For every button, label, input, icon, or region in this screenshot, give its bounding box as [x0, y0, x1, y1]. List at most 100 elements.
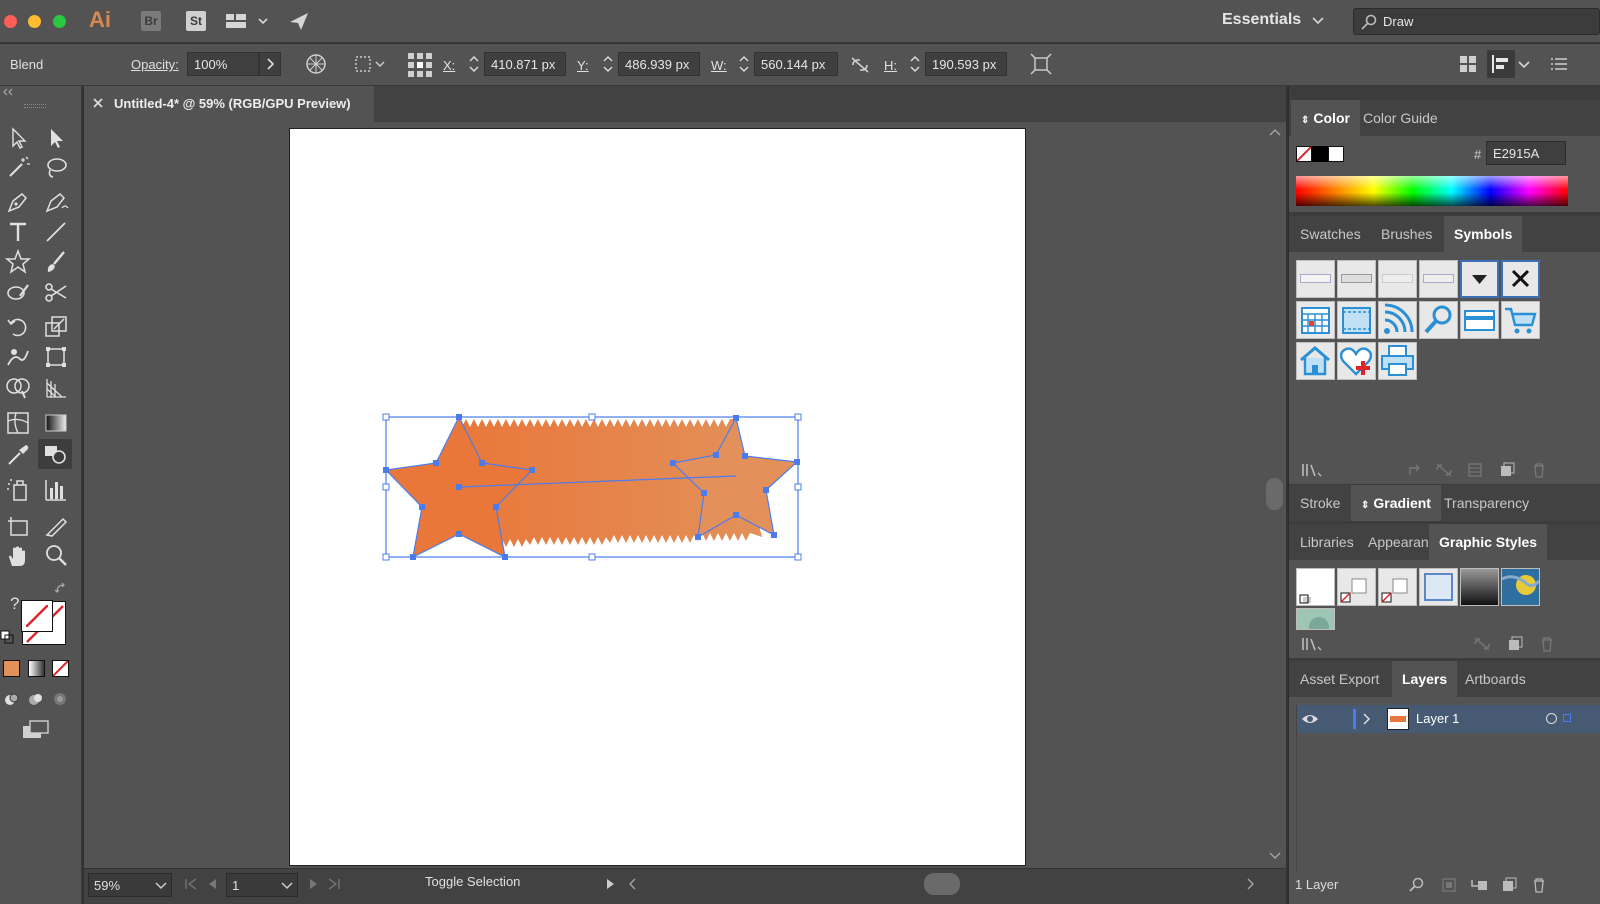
graphic-style-5[interactable] [1460, 568, 1499, 606]
direct-selection-tool-icon[interactable] [42, 124, 70, 152]
artboard-tool-icon[interactable] [4, 512, 32, 540]
opacity-label[interactable]: Opacity: [131, 57, 179, 72]
delete-symbol-icon[interactable] [1531, 462, 1547, 478]
zoom-tool-icon[interactable] [42, 542, 70, 570]
opacity-expand-button[interactable] [259, 52, 281, 76]
vertical-scrollbar[interactable] [1264, 122, 1286, 868]
draw-normal-icon[interactable] [3, 690, 21, 708]
symbol-options-icon[interactable] [1467, 462, 1483, 478]
color-spectrum[interactable] [1296, 176, 1568, 206]
create-sublayer-icon[interactable] [1469, 877, 1489, 893]
black-swatch[interactable] [1312, 146, 1328, 162]
gradient-tool-icon[interactable] [42, 409, 70, 437]
layer-target-icon[interactable] [1546, 713, 1557, 724]
opacity-field[interactable]: 100% [187, 52, 259, 76]
h-field[interactable]: 190.593 px [925, 52, 1007, 76]
tab-color[interactable]: ⇕ Color [1291, 100, 1360, 136]
hex-field[interactable]: E2915A [1486, 141, 1566, 165]
symbol-home-icon[interactable] [1296, 342, 1335, 380]
arrange-icon[interactable] [1458, 54, 1478, 74]
delete-layer-icon[interactable] [1531, 877, 1547, 893]
magic-wand-tool-icon[interactable] [4, 154, 32, 182]
hand-tool-icon[interactable] [4, 542, 32, 570]
default-fill-stroke-icon[interactable] [0, 630, 14, 644]
none-swatch[interactable] [1296, 146, 1312, 162]
last-artboard-icon[interactable] [327, 878, 341, 890]
layer-row[interactable]: Layer 1 [1297, 705, 1600, 733]
blend-artwork[interactable] [370, 405, 820, 575]
workspace-switcher[interactable]: Essentials [1222, 11, 1301, 29]
w-field[interactable]: 560.144 px [754, 52, 838, 76]
symbol-printer-icon[interactable] [1378, 342, 1417, 380]
graphic-style-2[interactable] [1337, 568, 1376, 606]
symbol-sprayer-tool-icon[interactable] [4, 476, 32, 504]
tab-appearance[interactable]: Appearan [1358, 524, 1430, 560]
collapse-panel-icon[interactable] [2, 88, 14, 96]
star-tool-icon[interactable] [4, 248, 32, 276]
tab-transparency[interactable]: Transparency [1434, 485, 1539, 521]
rotate-tool-icon[interactable] [4, 313, 32, 341]
bridge-button[interactable]: Br [141, 11, 161, 31]
symbol-calendar-icon[interactable] [1296, 301, 1335, 339]
arrange-documents-icon[interactable] [225, 12, 271, 30]
artboard-select[interactable]: 1 [226, 873, 298, 897]
slice-tool-icon[interactable] [42, 512, 70, 540]
graphic-style-7[interactable] [1296, 608, 1335, 630]
new-symbol-icon[interactable] [1499, 462, 1515, 478]
send-icon[interactable] [288, 10, 310, 32]
graphic-style-3[interactable] [1378, 568, 1417, 606]
search-field[interactable]: Draw [1353, 8, 1600, 35]
zoom-window-button[interactable] [53, 15, 66, 28]
tab-gradient[interactable]: ⇕ Gradient [1351, 485, 1441, 521]
layer-name[interactable]: Layer 1 [1416, 711, 1459, 726]
delete-graphic-style-icon[interactable] [1539, 636, 1555, 652]
y-field[interactable]: 486.939 px [618, 52, 700, 76]
symbol-rss-icon[interactable] [1378, 301, 1417, 339]
free-transform-tool-icon[interactable] [42, 343, 70, 371]
reference-point-icon[interactable] [407, 52, 433, 78]
line-tool-icon[interactable] [42, 218, 70, 246]
symbol-heart-plus-icon[interactable] [1337, 342, 1376, 380]
chevron-down-icon[interactable] [1518, 60, 1530, 70]
scroll-thumb[interactable] [1266, 478, 1283, 510]
toolbar-grip[interactable] [24, 104, 46, 108]
tab-swatches[interactable]: Swatches [1290, 216, 1371, 252]
transform-icon[interactable] [1030, 53, 1052, 75]
scroll-left-icon[interactable] [627, 878, 637, 890]
screen-mode-icon[interactable] [22, 720, 50, 740]
symbol-cart-icon[interactable] [1501, 301, 1540, 339]
draw-behind-icon[interactable] [27, 690, 45, 708]
lasso-tool-icon[interactable] [42, 154, 70, 182]
break-link-icon[interactable] [1435, 462, 1453, 478]
break-style-link-icon[interactable] [1473, 636, 1491, 652]
previous-artboard-icon[interactable] [206, 878, 218, 890]
draw-inside-icon[interactable] [51, 690, 69, 708]
layer-selection-indicator[interactable] [1563, 714, 1571, 722]
stock-button[interactable]: St [186, 11, 206, 31]
zoom-select[interactable]: 59% [88, 873, 172, 897]
new-graphic-style-icon[interactable] [1507, 636, 1523, 652]
w-stepper[interactable] [737, 52, 751, 76]
tab-artboards[interactable]: Artboards [1455, 661, 1536, 697]
white-swatch[interactable] [1328, 146, 1344, 162]
tab-graphic-styles[interactable]: Graphic Styles [1429, 524, 1548, 560]
chevron-down-icon[interactable] [1312, 16, 1324, 26]
tab-stroke[interactable]: Stroke [1290, 485, 1350, 521]
eyedropper-tool-icon[interactable] [4, 441, 32, 469]
column-graph-tool-icon[interactable] [42, 476, 70, 504]
type-tool-icon[interactable] [4, 218, 32, 246]
symbol-magnifier-icon[interactable] [1419, 301, 1458, 339]
document-tab[interactable]: Untitled-4* @ 59% (RGB/GPU Preview) [84, 86, 374, 122]
swap-fill-stroke-icon[interactable] [54, 582, 68, 596]
scroll-up-icon[interactable] [1269, 128, 1281, 136]
curvature-tool-icon[interactable] [42, 188, 70, 216]
tab-layers[interactable]: Layers [1392, 661, 1458, 697]
expand-layer-icon[interactable] [1362, 713, 1372, 725]
panel-menu-icon[interactable] [1550, 56, 1568, 72]
tab-asset-export[interactable]: Asset Export [1290, 661, 1389, 697]
search-input[interactable]: Draw [1383, 14, 1413, 29]
warp-tool-icon[interactable] [4, 343, 32, 371]
place-symbol-icon[interactable] [1407, 462, 1423, 478]
gradient-mode-button[interactable] [28, 660, 45, 677]
paintbrush-tool-icon[interactable] [42, 248, 70, 276]
